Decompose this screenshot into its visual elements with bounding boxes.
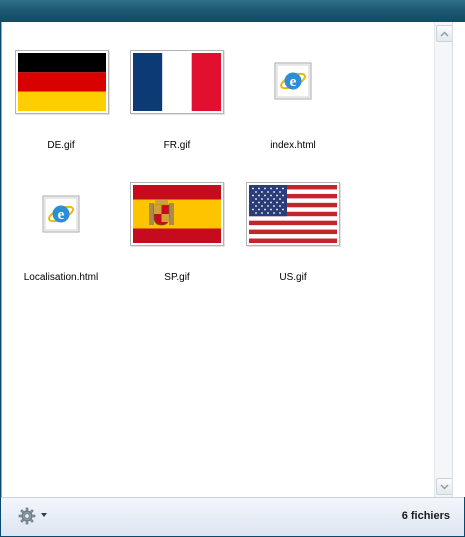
file-item-index-html[interactable]: e index.html xyxy=(239,48,347,158)
item-count: 6 fichiers xyxy=(401,510,450,522)
internet-explorer-html-icon: e xyxy=(274,62,312,100)
file-item-us[interactable]: US.gif xyxy=(239,180,347,290)
window-border xyxy=(452,22,465,497)
file-name: FR.gif xyxy=(163,140,191,151)
file-name: SP.gif xyxy=(164,272,190,283)
file-item-sp[interactable]: SP.gif xyxy=(123,180,231,290)
germany-flag-icon xyxy=(15,50,109,114)
chevron-down-icon xyxy=(440,484,449,489)
france-flag-icon xyxy=(130,50,224,114)
file-name: US.gif xyxy=(279,272,307,283)
svg-text:e: e xyxy=(290,74,297,90)
file-name: DE.gif xyxy=(47,140,75,151)
vertical-scrollbar[interactable] xyxy=(434,22,453,497)
file-name: Localisation.html xyxy=(23,272,99,283)
chevron-up-icon xyxy=(440,31,449,36)
file-name: index.html xyxy=(270,140,316,151)
explorer-window: DE.gif FR.gif e index.html e Localisatio… xyxy=(1,22,465,536)
scroll-down-button[interactable] xyxy=(436,478,453,495)
status-bar: 6 fichiers xyxy=(1,497,464,536)
options-button[interactable] xyxy=(18,507,40,525)
gear-icon xyxy=(18,507,36,525)
file-item-localisation-html[interactable]: e Localisation.html xyxy=(7,180,115,290)
usa-flag-icon xyxy=(246,182,340,246)
file-item-de[interactable]: DE.gif xyxy=(7,48,115,158)
window-title-bar[interactable] xyxy=(0,0,465,22)
file-item-fr[interactable]: FR.gif xyxy=(123,48,231,158)
svg-text:e: e xyxy=(58,207,65,223)
chevron-down-icon[interactable] xyxy=(41,513,47,517)
internet-explorer-html-icon: e xyxy=(42,195,80,233)
scroll-up-button[interactable] xyxy=(436,25,453,42)
spain-flag-icon xyxy=(130,182,224,246)
file-list-pane[interactable]: DE.gif FR.gif e index.html e Localisatio… xyxy=(1,22,435,497)
